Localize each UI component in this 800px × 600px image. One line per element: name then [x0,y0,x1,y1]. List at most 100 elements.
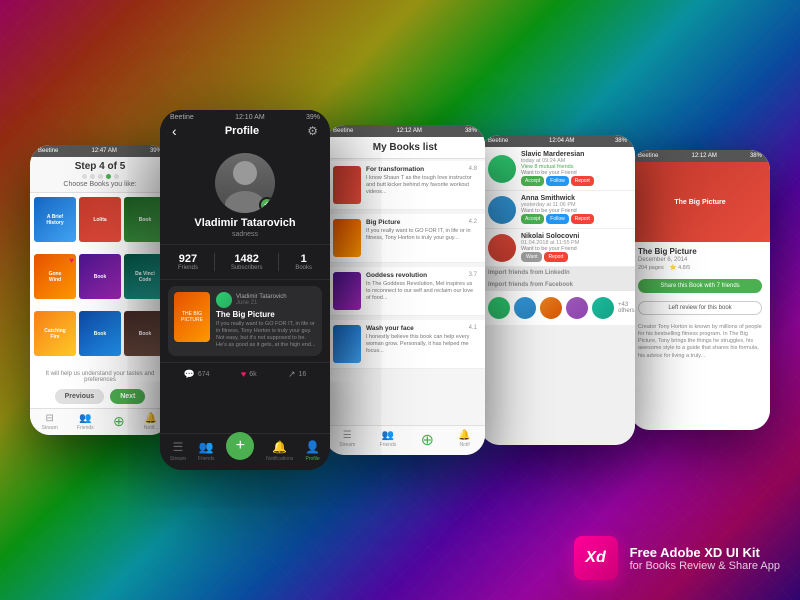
share-icon: ↗ [288,369,296,380]
profile-mood: sadness [232,231,258,238]
shares-action[interactable]: ↗ 16 [288,369,306,380]
book-thumb-5[interactable]: Book [79,254,121,299]
book-rating-row-1: For transformation 4.8 [366,166,477,174]
nav-friends[interactable]: 👥 Friends [77,413,94,431]
book-thumb-8[interactable]: Book [79,311,121,356]
profile-name: Vladimir Tatarovich [194,217,295,229]
book-thumb-4[interactable]: GoneWind ♥ [34,254,76,299]
bottom-info-bar: Xd Free Adobe XD UI Kit for Books Review… [574,536,780,580]
leave-review-button[interactable]: Left review for this book [638,301,762,315]
nav2-profile[interactable]: 👤 Profile [305,440,320,462]
friend-avatar-2 [488,196,516,224]
add-icon: ⊕ [113,413,125,430]
book-detail-title: The Big Picture [638,247,762,256]
nav2-add[interactable]: + [226,440,254,462]
nav2-notifications[interactable]: 🔔 Notifications [266,440,293,462]
nav2-friends[interactable]: 👥 Friends [198,440,215,462]
mini-avatar-2 [514,297,536,319]
book-list-item-4[interactable]: Wash your face 4.1 I honestly believe th… [325,320,485,369]
friend-avatar-3 [488,234,516,262]
nav3-notif[interactable]: 🔔 Notif [458,430,470,451]
friends-icon: 👥 [79,413,91,424]
nav3-friends[interactable]: 👥 Friends [380,430,397,451]
progress-dot-3 [98,174,103,179]
phones-row: Beetine 12:47 AM 39% Step 4 of 5 Choose … [30,110,770,470]
subscribers-count: 1482 [234,253,258,265]
want-button-3[interactable]: Want [521,252,542,262]
report-button-3[interactable]: Report [544,252,567,262]
nav-stream[interactable]: ⊟ Stream [42,413,58,431]
book-card-cover: THE BIG PICTURE [174,292,210,342]
back-button[interactable]: ‹ [172,123,177,139]
nav-add[interactable]: ⊕ [113,413,125,431]
share-book-button[interactable]: Share this Book with 7 friends [638,279,762,293]
phone1-nav-bar: ⊟ Stream 👥 Friends ⊕ 🔔 Notif... [30,408,170,435]
accept-button-1[interactable]: Accept [521,176,544,186]
import-facebook[interactable]: Import friends from Facebook [480,279,635,291]
book-thumb-2[interactable]: Lolita [79,197,121,242]
nav2-stream-label: Stream [170,456,186,462]
book-list-text-2: If you really want to GO FOR IT, in life… [366,228,477,242]
book-list-item-1[interactable]: For transformation 4.8 I know Shaun T as… [325,161,485,210]
nav3-stream[interactable]: ☰ Stream [339,430,355,451]
nav-friends-label: Friends [77,425,94,431]
add-photo-button[interactable]: + [259,197,275,213]
books-list-header: My Books list [325,137,485,159]
nav3-add[interactable]: ⊕ [421,430,434,451]
follow-button-1[interactable]: Follow [546,176,568,186]
friend-avatars-row: +43 others [480,291,635,325]
profile-topbar: ‹ Profile ⚙ [160,123,330,145]
book-list-item-3[interactable]: Goddess revolution 3.7 In The Goddess Re… [325,267,485,316]
accept-button-2[interactable]: Accept [521,214,544,224]
books-stat[interactable]: 1 Books [295,253,312,271]
friend-name-2: Anna Smithwick [521,195,627,202]
profile-avatar: + [215,153,275,213]
progress-dot-2 [90,174,95,179]
settings-icon[interactable]: ⚙ [307,124,318,138]
nav-stream-label: Stream [42,425,58,431]
notifications-icon: 🔔 [145,413,157,424]
comments-action[interactable]: 💬 674 [184,369,210,380]
book-detail-title-on-cover: The Big Picture [674,199,725,206]
phone-book-detail: Beetine 12:12 AM 38% The Big Picture The… [630,150,770,430]
book-cover-4: GoneWind ♥ [34,254,76,299]
book-cover-list-3 [333,272,361,310]
nav-notifications[interactable]: 🔔 Notif... [144,413,158,431]
mini-avatar-1 [488,297,510,319]
book-card-text: If you really want to GO FOR IT, in life… [216,321,316,350]
likes-action[interactable]: ♥ 6k [241,369,257,380]
book-list-item-2[interactable]: Big Picture 4.2 If you really want to GO… [325,214,485,263]
book-cover-list-1 [333,166,361,204]
notifications-icon-2: 🔔 [272,440,287,454]
subscribers-stat[interactable]: 1482 Subscribers [231,253,263,271]
progress-dots [38,174,162,179]
author-date: June 21 [236,300,287,306]
add-icon-3: ⊕ [421,430,434,450]
author-avatar [216,292,232,308]
friends-stat[interactable]: 927 Friends [178,253,198,271]
notif-icon-3: 🔔 [458,430,470,441]
add-button[interactable]: + [226,432,254,460]
more-avatars-label: +43 others [618,302,635,314]
books-label: Books [295,265,312,271]
heart-icon: ♥ [241,369,246,379]
follow-button-2[interactable]: Follow [546,214,568,224]
profile-avatar-section: + Vladimir Tatarovich sadness [160,145,330,244]
bottom-text-block: Free Adobe XD UI Kit for Books Review & … [630,545,780,572]
choose-books-subtitle: Choose Books you like: [38,181,162,188]
book-cover-8: Book [79,311,121,356]
book-detail-date: December 6, 2014 [638,257,762,263]
next-button[interactable]: Next [110,389,145,404]
book-thumb-1[interactable]: A BriefHistory [34,197,76,242]
nav2-stream[interactable]: ☰ Stream [170,440,186,462]
report-button-1[interactable]: Report [571,176,594,186]
book-thumb-7[interactable]: CatchingFire [34,311,76,356]
friend-info-1: Slavic Marderesian today at 09:24 AM Vie… [521,151,627,186]
friend-item-1: Slavic Marderesian today at 09:24 AM Vie… [480,147,635,191]
report-button-2[interactable]: Report [571,214,594,224]
previous-button[interactable]: Previous [55,389,105,404]
stat-divider-2 [278,253,279,271]
rating-2: 4.2 [469,219,477,227]
import-linkedin[interactable]: Import friends from LinkedIn [480,267,635,279]
friend-name-3: Nikolai Solocovni [521,233,627,240]
